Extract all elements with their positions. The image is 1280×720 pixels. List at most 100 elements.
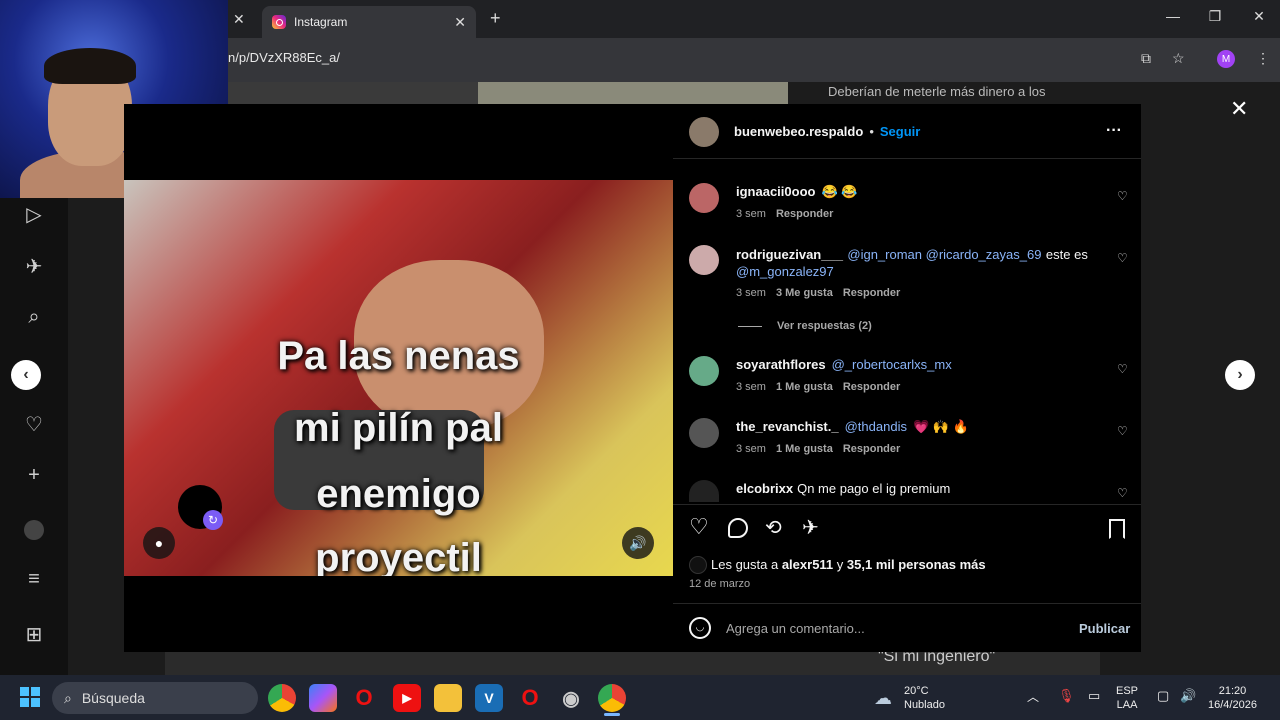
- search-label: Búsqueda: [81, 690, 145, 706]
- comment-input[interactable]: Agrega un comentario...: [726, 621, 865, 636]
- notifications-icon[interactable]: ♡: [22, 412, 46, 436]
- weather-icon[interactable]: ☁: [874, 688, 892, 709]
- clock-time[interactable]: 21:20: [1208, 684, 1257, 698]
- comment-username[interactable]: soyarathflores: [736, 357, 826, 372]
- share-icon[interactable]: ✈: [802, 515, 819, 540]
- taskbar-search[interactable]: ⌕ Búsqueda: [52, 682, 258, 714]
- comment-time: 3 sem: [736, 381, 766, 393]
- liker-username[interactable]: alexr511: [782, 557, 833, 572]
- comment-time: 3 sem: [736, 443, 766, 455]
- install-app-icon[interactable]: ⧉: [1141, 50, 1151, 67]
- comment-mentions[interactable]: @ign_roman @ricardo_zayas_69: [847, 247, 1041, 262]
- comment-mentions[interactable]: @_robertocarlxs_mx: [832, 357, 952, 372]
- comment-likes[interactable]: 1 Me gusta: [776, 443, 833, 455]
- messages-icon[interactable]: ✈: [22, 254, 46, 278]
- volume-icon[interactable]: 🔊: [1180, 689, 1196, 703]
- microphone-icon[interactable]: 🎙: [1058, 689, 1075, 703]
- close-tab-icon[interactable]: ✕: [233, 11, 245, 28]
- next-post-button[interactable]: ›: [1225, 360, 1255, 390]
- like-comment-icon[interactable]: ♡: [1117, 251, 1128, 265]
- create-icon[interactable]: +: [22, 464, 46, 488]
- actions-divider: [673, 504, 1141, 505]
- weather-temp: 20°C: [904, 685, 929, 697]
- repost-icon[interactable]: ⟲: [765, 515, 782, 540]
- author-avatar[interactable]: [689, 117, 719, 147]
- comment-icon[interactable]: [728, 518, 748, 538]
- comment-avatar[interactable]: [689, 480, 719, 502]
- like-comment-icon[interactable]: ♡: [1117, 486, 1128, 500]
- chrome-profile-app-icon[interactable]: [598, 684, 626, 712]
- reply-button[interactable]: Responder: [843, 287, 900, 299]
- comment-username[interactable]: the_revanchist._: [736, 419, 839, 435]
- comment-likes[interactable]: 3 Me gusta: [776, 287, 833, 299]
- profile-avatar[interactable]: [24, 520, 44, 540]
- reply-button[interactable]: Responder: [843, 443, 900, 455]
- comment-emoji: 😂 😂: [821, 184, 858, 199]
- author-username[interactable]: buenwebeo.respaldo: [734, 124, 863, 139]
- chevron-up-icon[interactable]: ︿: [1027, 690, 1039, 704]
- clock-date[interactable]: 16/4/2026: [1208, 698, 1257, 712]
- search-icon[interactable]: ⌕: [22, 306, 46, 330]
- comment-username[interactable]: elcobrixx: [736, 481, 793, 496]
- obs-app-icon[interactable]: ◉: [557, 684, 585, 712]
- publish-button[interactable]: Publicar: [1079, 621, 1130, 636]
- browser-profile-avatar[interactable]: M: [1217, 50, 1235, 68]
- comment-mention[interactable]: @m_gonzalez97: [736, 264, 834, 279]
- menu-icon[interactable]: ≡: [22, 568, 46, 592]
- copilot-app-icon[interactable]: [309, 684, 337, 712]
- opera-gx-app-icon[interactable]: O: [516, 684, 544, 712]
- comment-avatar[interactable]: [689, 245, 719, 275]
- windows-start-icon[interactable]: [20, 687, 40, 707]
- comment-likes[interactable]: 1 Me gusta: [776, 381, 833, 393]
- follow-button[interactable]: Seguir: [880, 124, 920, 139]
- close-modal-icon[interactable]: ✕: [1230, 96, 1248, 122]
- tagged-users-icon[interactable]: ●: [143, 527, 175, 559]
- comment-avatar[interactable]: [689, 356, 719, 386]
- keyboard-icon[interactable]: ▭: [1088, 689, 1100, 703]
- save-icon-base: [1111, 537, 1123, 539]
- youtube-app-icon[interactable]: ▶: [393, 684, 421, 712]
- close-window-icon[interactable]: ✕: [1244, 8, 1274, 25]
- keyboard-layout[interactable]: LAA: [1116, 698, 1138, 712]
- like-comment-icon[interactable]: ♡: [1117, 189, 1128, 203]
- chrome-app-icon[interactable]: [268, 684, 296, 712]
- opera-app-icon[interactable]: O: [350, 684, 378, 712]
- view-replies-button[interactable]: Ver respuestas (2): [777, 320, 872, 332]
- apps-icon[interactable]: ⊞: [22, 622, 46, 646]
- comment-mentions[interactable]: @thdandis: [845, 419, 907, 435]
- browser-tab-instagram[interactable]: Instagram ✕: [262, 6, 476, 38]
- comment-avatar[interactable]: [689, 418, 719, 448]
- reels-icon[interactable]: ▷: [22, 202, 46, 226]
- address-bar[interactable]: n/p/DVzXR88Ec_a/: [228, 50, 340, 65]
- bookmark-star-icon[interactable]: ☆: [1172, 50, 1185, 67]
- meme-text-line: Pa las nenas: [277, 334, 520, 378]
- likes-mid: y: [833, 557, 847, 572]
- like-comment-icon[interactable]: ♡: [1117, 362, 1128, 376]
- file-explorer-icon[interactable]: [434, 684, 462, 712]
- comment-username[interactable]: rodriguezivan___: [736, 247, 843, 262]
- new-tab-icon[interactable]: +: [490, 8, 501, 29]
- likes-count[interactable]: 35,1 mil personas más: [847, 557, 986, 572]
- close-tab-icon[interactable]: ✕: [454, 14, 466, 31]
- emoji-icon[interactable]: ◡: [689, 617, 711, 639]
- comment-avatar[interactable]: [689, 183, 719, 213]
- search-icon: ⌕: [64, 689, 72, 706]
- vegas-app-icon[interactable]: V: [475, 684, 503, 712]
- reply-button[interactable]: Responder: [843, 381, 900, 393]
- comment-text: Qn me pago el ig premium: [797, 481, 951, 496]
- reply-button[interactable]: Responder: [776, 208, 833, 220]
- comment-username[interactable]: ignaacii0ooo: [736, 184, 815, 200]
- background-thumbnail: [478, 82, 788, 104]
- network-icon[interactable]: ▢: [1157, 689, 1169, 703]
- restore-icon[interactable]: ❐: [1200, 8, 1230, 25]
- volume-icon[interactable]: 🔊: [622, 527, 654, 559]
- previous-post-button[interactable]: ‹: [11, 360, 41, 390]
- post-date: 12 de marzo: [689, 578, 751, 590]
- language-code[interactable]: ESP: [1116, 684, 1138, 698]
- like-comment-icon[interactable]: ♡: [1117, 424, 1128, 438]
- minimize-icon[interactable]: —: [1158, 8, 1188, 24]
- more-options-icon[interactable]: ···: [1106, 122, 1122, 140]
- browser-menu-icon[interactable]: ⋮: [1256, 50, 1270, 67]
- liker-avatar[interactable]: [689, 556, 707, 574]
- like-icon[interactable]: ♡: [689, 514, 709, 540]
